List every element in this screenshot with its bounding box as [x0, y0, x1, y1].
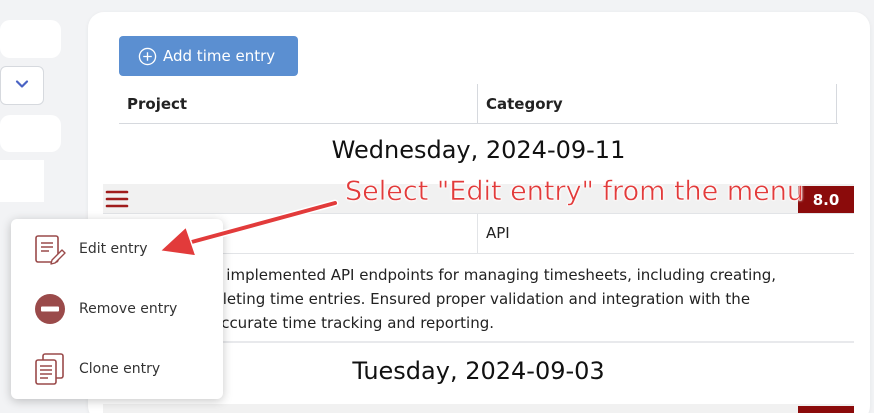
column-header-project[interactable]: Project: [119, 84, 478, 124]
entry-header-bar: [103, 404, 854, 413]
annotation-text: Select "Edit entry" from the menu: [345, 176, 805, 208]
remove-circle-icon: [35, 294, 65, 324]
row-divider: [103, 213, 854, 214]
hours-badge: [798, 406, 854, 413]
hamburger-menu-icon[interactable]: [105, 187, 129, 211]
menu-item-clone-entry[interactable]: Clone entry: [11, 339, 223, 399]
add-time-entry-label: Add time entry: [163, 47, 276, 65]
cell-divider: [477, 213, 478, 253]
description-line: accurate time tracking and reporting.: [212, 314, 494, 332]
entry-description: d implemented API endpoints for managing…: [120, 263, 835, 335]
chevron-down-icon: [15, 80, 29, 88]
day-heading: Tuesday, 2024-09-03: [352, 357, 605, 385]
plus-circle-icon: [138, 47, 157, 65]
day-heading: Wednesday, 2024-09-11: [331, 136, 626, 164]
header-divider: [119, 123, 838, 124]
menu-item-label: Clone entry: [79, 361, 161, 377]
menu-item-remove-entry[interactable]: Remove entry: [11, 279, 223, 339]
menu-item-edit-entry[interactable]: Edit entry: [11, 219, 223, 279]
filter-select[interactable]: [0, 66, 44, 105]
column-header-category[interactable]: Category: [478, 84, 837, 124]
description-line: d implemented API endpoints for managing…: [212, 266, 777, 284]
edit-document-icon: [35, 235, 66, 265]
menu-item-label: Remove entry: [79, 301, 178, 317]
entry-context-menu: Edit entry Remove entry Clone entry: [11, 219, 223, 399]
filter-card: [0, 115, 61, 152]
menu-item-label: Edit entry: [79, 241, 148, 257]
entry-category-cell: API: [486, 224, 510, 242]
description-line: deleting time entries. Ensured proper va…: [204, 290, 751, 308]
filter-card: [0, 20, 61, 58]
add-time-entry-button[interactable]: Add time entry: [119, 36, 298, 76]
hours-badge: 8.0: [798, 186, 854, 213]
filter-card: [0, 160, 44, 202]
clone-document-icon: [35, 353, 64, 385]
